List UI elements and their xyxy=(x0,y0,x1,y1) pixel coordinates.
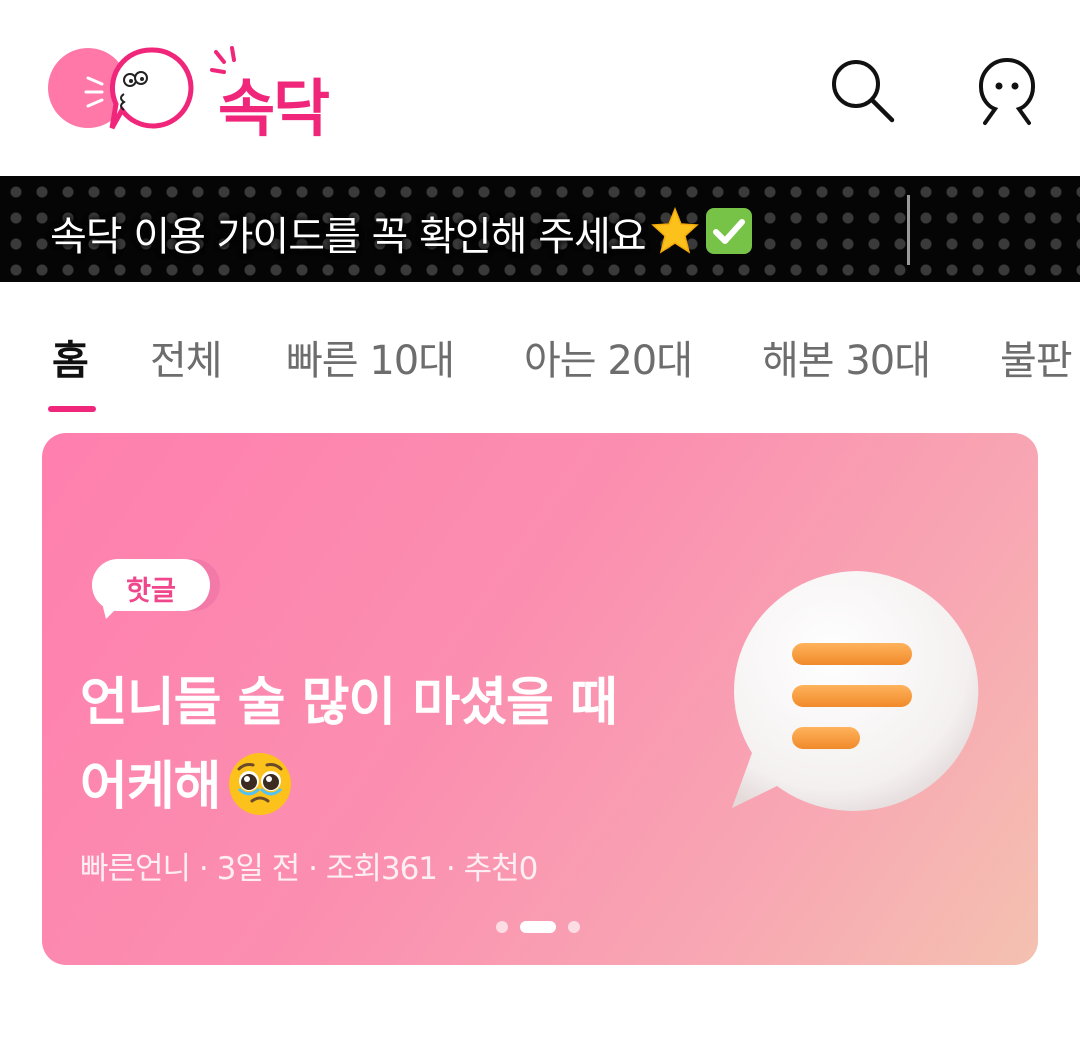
notice-divider xyxy=(907,195,910,265)
title-line-1: 언니들 술 많이 마셨을 때 xyxy=(80,673,618,733)
carousel-dot[interactable] xyxy=(568,921,580,933)
hot-post-title: 언니들 술 많이 마셨을 때 어케해 xyxy=(80,661,720,829)
app-header: 속닥 xyxy=(0,0,1080,176)
tab-teens[interactable]: 빠른 10대 xyxy=(286,328,455,386)
carousel-dot[interactable] xyxy=(496,921,508,933)
tab-twenties[interactable]: 아는 20대 xyxy=(524,328,693,386)
chat-bubble-illustration xyxy=(732,571,979,811)
check-mark-emoji xyxy=(705,208,752,254)
star-emoji xyxy=(650,206,699,254)
notice-text: 속닥 이용 가이드를 꼭 확인해 주세요 xyxy=(50,214,647,260)
carousel-dot-active[interactable] xyxy=(520,921,556,933)
category-tabs: 홈 전체 빠른 10대 아는 20대 해본 30대 불판 xyxy=(0,300,1080,420)
badge-tail xyxy=(102,603,122,619)
tab-thirties[interactable]: 해본 30대 xyxy=(762,328,931,386)
tab-all[interactable]: 전체 xyxy=(150,328,223,386)
tab-bulpan[interactable]: 불판 xyxy=(1000,328,1073,386)
notice-banner[interactable]: 속닥 이용 가이드를 꼭 확인해 주세요 xyxy=(0,176,1080,282)
title-line-2: 어케해 xyxy=(80,757,222,817)
pleading-face-emoji xyxy=(228,753,291,815)
search-icon[interactable] xyxy=(828,56,898,126)
logo-wordmark: 속닥 xyxy=(218,72,330,145)
carousel-indicator xyxy=(494,919,594,935)
hot-post-card[interactable]: 핫글 언니들 술 많이 마셨을 때 어케해 빠른언니 · 3일 전 · 조회36… xyxy=(42,433,1038,965)
tab-home[interactable]: 홈 xyxy=(52,328,89,386)
post-meta: 빠른언니 · 3일 전 · 조회361 · 추천0 xyxy=(80,851,538,887)
active-tab-indicator xyxy=(48,406,96,412)
profile-icon[interactable] xyxy=(972,56,1042,126)
